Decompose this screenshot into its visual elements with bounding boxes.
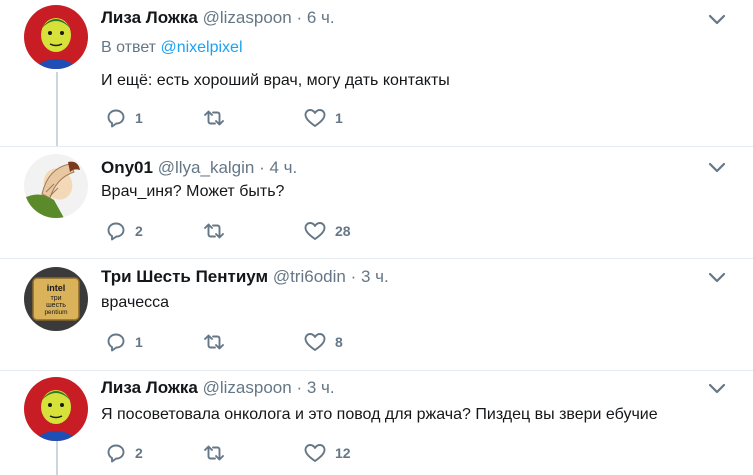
user-handle[interactable]: @lizaspoon	[203, 378, 292, 397]
reply-count: 2	[135, 223, 143, 239]
tweet-header: Лиза Ложка @lizaspoon · 6 ч.	[101, 8, 335, 28]
retweet-icon	[204, 445, 224, 461]
reply-count: 2	[135, 445, 143, 461]
retweet-button[interactable]	[202, 107, 234, 129]
tweet[interactable]: Лиза Ложка @lizaspoon · 6 ч. В ответ @ni…	[0, 0, 753, 147]
display-name[interactable]: Лиза Ложка	[101, 8, 198, 27]
heart-icon	[304, 222, 326, 240]
like-button[interactable]: 28	[303, 220, 351, 242]
retweet-icon	[204, 334, 224, 350]
display-name[interactable]: Три Шесть Пентиум	[101, 267, 268, 286]
reply-icon	[107, 444, 125, 463]
retweet-button[interactable]	[202, 331, 234, 353]
like-count: 12	[335, 445, 351, 461]
retweet-button[interactable]	[202, 442, 234, 464]
more-options-chevron-icon[interactable]	[707, 271, 727, 285]
reply-button[interactable]: 2	[105, 220, 143, 242]
intel-pentium-avatar-icon: intel три шесть pentium	[24, 267, 88, 331]
display-name[interactable]: Лиза Ложка	[101, 378, 198, 397]
separator-dot: ·	[350, 267, 357, 286]
tweet-text: Я посоветовала онколога и это повод для …	[101, 406, 658, 423]
retweet-button[interactable]	[202, 220, 234, 242]
like-button[interactable]: 12	[303, 442, 351, 464]
reply-button[interactable]: 1	[105, 107, 143, 129]
tweet-text: И ещё: есть хороший врач, могу дать конт…	[101, 72, 450, 89]
tweet-text: врачесса	[101, 294, 170, 311]
timestamp[interactable]: 4 ч.	[270, 158, 298, 177]
display-name[interactable]: Ony01	[101, 158, 153, 177]
reply-mention-link[interactable]: @nixelpixel	[160, 39, 242, 56]
avatar[interactable]	[24, 154, 88, 218]
timestamp[interactable]: 3 ч.	[307, 378, 335, 397]
yellow-face-avatar-icon	[24, 5, 88, 69]
separator-dot: ·	[259, 158, 265, 177]
avatar[interactable]: intel три шесть pentium	[24, 267, 88, 331]
tweet-header: Ony01 @llya_kalgin · 4 ч.	[101, 158, 297, 178]
reply-prefix: В ответ	[101, 39, 161, 56]
more-options-chevron-icon[interactable]	[707, 13, 727, 27]
reply-icon	[107, 222, 125, 241]
retweet-icon	[204, 110, 224, 126]
heart-icon	[304, 333, 326, 351]
retweet-icon	[204, 223, 224, 239]
heart-icon	[304, 444, 326, 462]
timestamp[interactable]: 3 ч.	[361, 267, 389, 286]
avatar-shest-text: шесть	[46, 302, 66, 309]
heart-icon	[304, 109, 326, 127]
reply-context: В ответ @nixelpixel	[101, 38, 243, 58]
yellow-face-avatar-icon	[24, 377, 88, 441]
reply-count: 1	[135, 110, 143, 126]
like-button[interactable]: 8	[303, 331, 343, 353]
tweet-header: Лиза Ложка @lizaspoon · 3 ч.	[101, 378, 335, 398]
tweet[interactable]: Лиза Ложка @lizaspoon · 3 ч. Я посоветов…	[0, 371, 753, 475]
like-button[interactable]: 1	[303, 107, 343, 129]
avatar-intel-text: intel	[47, 283, 66, 293]
more-options-chevron-icon[interactable]	[707, 161, 727, 175]
tweet-header: Три Шесть Пентиум @tri6odin · 3 ч.	[101, 267, 389, 287]
timestamp[interactable]: 6 ч.	[307, 8, 335, 27]
user-handle[interactable]: @lizaspoon	[203, 8, 292, 27]
like-count: 1	[335, 110, 343, 126]
separator-dot: ·	[296, 8, 303, 27]
reply-icon	[107, 109, 125, 128]
like-count: 8	[335, 334, 343, 350]
reply-icon	[107, 333, 125, 352]
tweet[interactable]: Ony01 @llya_kalgin · 4 ч. Врач_иня? Може…	[0, 147, 753, 259]
tweet-text: Врач_иня? Может быть?	[101, 183, 285, 200]
reply-count: 1	[135, 334, 143, 350]
more-options-chevron-icon[interactable]	[707, 382, 727, 396]
tweet[interactable]: intel три шесть pentium Три Шесть Пентиу…	[0, 259, 753, 371]
reply-button[interactable]: 1	[105, 331, 143, 353]
facepalm-avatar-icon	[24, 154, 88, 218]
avatar-pentium-text: pentium	[44, 309, 67, 316]
avatar-tri-text: три	[50, 295, 61, 302]
separator-dot: ·	[296, 378, 303, 397]
like-count: 28	[335, 223, 351, 239]
avatar[interactable]	[24, 5, 88, 69]
user-handle[interactable]: @tri6odin	[273, 267, 346, 286]
reply-button[interactable]: 2	[105, 442, 143, 464]
avatar[interactable]	[24, 377, 88, 441]
user-handle[interactable]: @llya_kalgin	[158, 158, 255, 177]
